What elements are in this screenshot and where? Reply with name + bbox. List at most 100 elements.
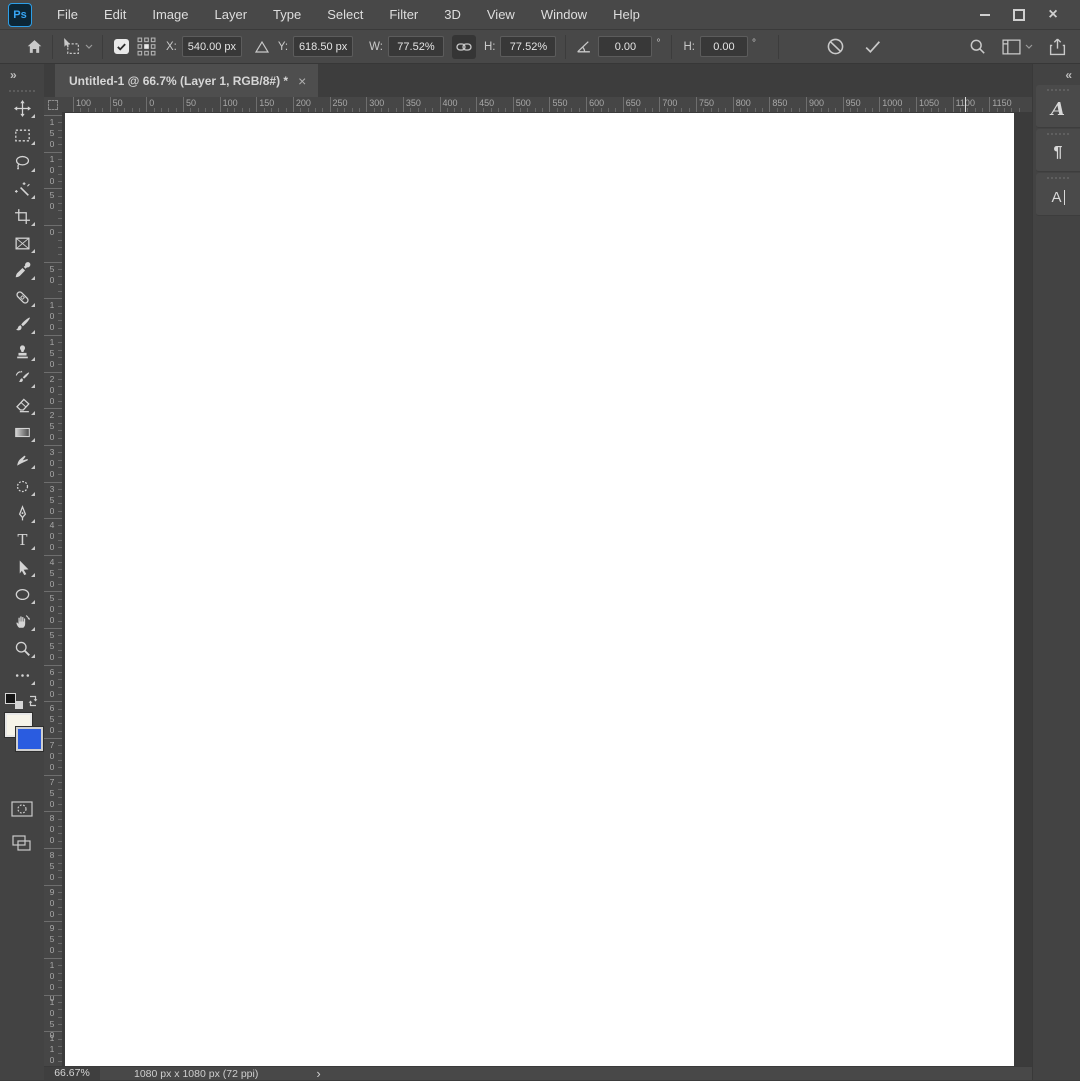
menu-bar: Ps File Edit Image Layer Type Select Filter 3D V… (0, 0, 1080, 30)
menu-file[interactable]: File (44, 0, 91, 29)
type-tool[interactable]: T (0, 527, 44, 554)
work-area (62, 112, 1032, 1066)
panel-character-button[interactable]: A (1036, 85, 1080, 128)
h-ruler-tick (256, 97, 258, 112)
menu-image[interactable]: Image (139, 0, 201, 29)
quick-mask-mode-icon[interactable] (11, 801, 33, 822)
default-colors-icon[interactable] (5, 693, 23, 709)
v-ruler-label: 200 (47, 373, 57, 407)
h-ruler-label: 1050 (918, 98, 939, 108)
v-ruler-tick (44, 701, 62, 703)
smudge-tool[interactable] (0, 446, 44, 473)
eraser-tool[interactable] (0, 392, 44, 419)
path-selection-tool[interactable] (0, 554, 44, 581)
zoom-level-field[interactable]: 66.67% (44, 1067, 100, 1080)
home-icon[interactable] (26, 38, 43, 55)
close-button[interactable]: × (1036, 4, 1070, 26)
rectangular-marquee-tool[interactable] (0, 122, 44, 149)
horizontal-ruler[interactable]: 100 50 0 50 100 150 200 250 300 350 400 450 500 550 60… (62, 97, 1032, 112)
width-input[interactable] (387, 36, 444, 57)
v-ruler-tick (44, 957, 62, 959)
v-ruler-label: 1100 (47, 1033, 57, 1066)
document-tab[interactable]: Untitled-1 @ 66.7% (Layer 1, RGB/8#) * × (55, 64, 319, 97)
lasso-tool[interactable] (0, 149, 44, 176)
rotate-angle-input[interactable] (598, 36, 653, 57)
gradient-tool[interactable] (0, 419, 44, 446)
history-brush-tool[interactable] (0, 365, 44, 392)
commit-transform-icon[interactable] (863, 37, 882, 56)
swap-colors-icon[interactable] (26, 693, 40, 712)
height-input[interactable] (500, 36, 557, 57)
panel-glyphs-button[interactable]: A (1036, 173, 1080, 216)
menu-window[interactable]: Window (528, 0, 600, 29)
tab-close-icon[interactable]: × (298, 74, 306, 88)
magic-wand-tool[interactable] (0, 176, 44, 203)
horizontal-skew-label: H: (683, 40, 695, 53)
workspace-switcher-icon[interactable] (1002, 39, 1033, 55)
h-ruler-label: 50 (185, 98, 196, 108)
dodge-tool[interactable] (0, 473, 44, 500)
relative-positioning-icon[interactable] (254, 40, 270, 54)
search-icon[interactable] (969, 38, 986, 55)
zoom-tool[interactable] (0, 635, 44, 662)
toggle-reference-point-checkbox[interactable] (114, 39, 129, 54)
maximize-button[interactable] (1002, 4, 1036, 26)
menu-layer[interactable]: Layer (202, 0, 261, 29)
screen-mode-icon[interactable] (12, 835, 32, 857)
status-options-chevron-icon[interactable]: › (316, 1067, 320, 1080)
menu-type[interactable]: Type (260, 0, 314, 29)
ruler-origin-corner[interactable] (44, 97, 62, 112)
h-ruler-label: 1150 (992, 98, 1012, 108)
transform-tool-icon[interactable] (62, 37, 81, 56)
maintain-aspect-ratio-icon[interactable] (451, 34, 476, 59)
brush-tool[interactable] (0, 311, 44, 338)
h-ruler-label: 800 (735, 98, 751, 108)
cancel-transform-icon[interactable] (826, 37, 845, 56)
v-ruler-label: 400 (47, 520, 57, 554)
canvas[interactable] (65, 113, 1014, 1066)
h-ruler-tick (292, 97, 294, 112)
menu-edit[interactable]: Edit (91, 0, 139, 29)
frame-tool[interactable] (0, 230, 44, 257)
tools-panel-grip[interactable] (9, 90, 35, 92)
h-ruler-tick (476, 97, 478, 112)
h-ruler-label: 850 (772, 98, 788, 108)
vertical-ruler[interactable]: 150 100 50 0 50 100 150 200 250 300 350 400 450 500 55… (44, 112, 62, 1066)
v-ruler-tick (44, 261, 62, 263)
tool-preset-chevron-icon[interactable] (85, 44, 93, 49)
menu-select[interactable]: Select (314, 0, 376, 29)
pen-tool[interactable] (0, 500, 44, 527)
clone-stamp-tool[interactable] (0, 338, 44, 365)
menu-view[interactable]: View (474, 0, 528, 29)
horizontal-skew-input[interactable] (699, 36, 748, 57)
h-ruler-label: 450 (479, 98, 495, 108)
hand-tool[interactable] (0, 608, 44, 635)
menu-filter[interactable]: Filter (376, 0, 431, 29)
collapse-panels-icon[interactable]: « (1033, 64, 1080, 84)
reference-point-locator[interactable] (137, 37, 156, 56)
x-position-input[interactable] (181, 36, 242, 57)
ellipse-tool[interactable] (0, 581, 44, 608)
edit-toolbar-tool[interactable] (0, 662, 44, 689)
y-position-input[interactable] (293, 36, 354, 57)
expand-tools-panel-icon[interactable]: » (0, 64, 44, 82)
spot-healing-brush-tool[interactable] (0, 284, 44, 311)
h-ruler-label: 500 (515, 98, 531, 108)
v-ruler-label: 550 (47, 630, 57, 664)
panel-paragraph-button[interactable]: ¶ (1036, 129, 1080, 172)
v-ruler-label: 150 (47, 336, 57, 370)
eyedropper-tool[interactable] (0, 257, 44, 284)
v-ruler-label: 750 (47, 776, 57, 810)
h-ruler-tick (806, 97, 807, 112)
photoshop-window: Ps File Edit Image Layer Type Select Filter 3D V… (0, 0, 1080, 1080)
move-tool[interactable] (0, 95, 44, 122)
menu-help[interactable]: Help (600, 0, 653, 29)
h-ruler-tick (842, 97, 844, 112)
background-color-swatch[interactable] (16, 727, 43, 751)
crop-tool[interactable] (0, 203, 44, 230)
color-controls (0, 693, 44, 793)
h-ruler-tick (989, 97, 991, 112)
share-icon[interactable] (1049, 38, 1066, 56)
menu-3d[interactable]: 3D (431, 0, 474, 29)
minimize-button[interactable] (968, 4, 1002, 26)
